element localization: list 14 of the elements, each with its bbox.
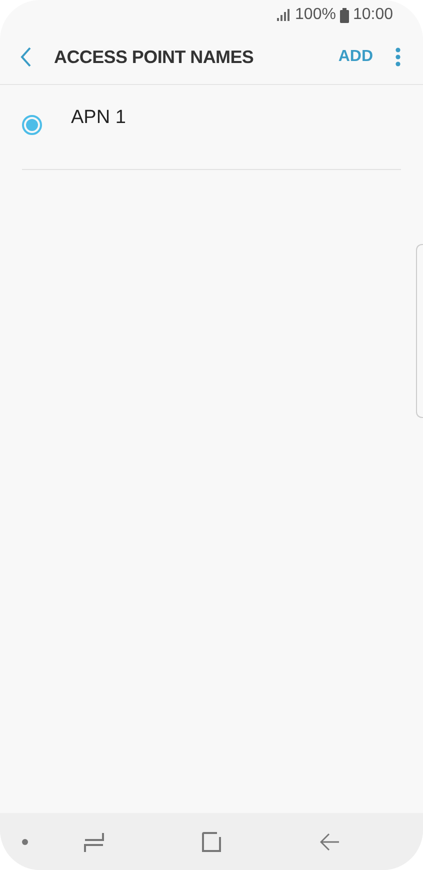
- clock-time: 10:00: [352, 6, 393, 24]
- dot-icon[interactable]: [22, 838, 28, 844]
- battery-icon: [340, 8, 349, 22]
- recent-apps-icon[interactable]: [84, 830, 104, 852]
- apn-list-item[interactable]: APN 1: [22, 85, 401, 170]
- signal-icon: [277, 9, 292, 21]
- back-icon[interactable]: [20, 47, 32, 67]
- back-arrow-icon[interactable]: [320, 832, 340, 852]
- more-options-icon[interactable]: [395, 47, 401, 67]
- home-icon[interactable]: [202, 832, 222, 852]
- radio-button[interactable]: [22, 115, 42, 135]
- edge-panel-handle[interactable]: [416, 244, 423, 418]
- screen-title: ACCESS POINT NAMES: [54, 46, 255, 68]
- battery-percentage: 100%: [295, 6, 336, 24]
